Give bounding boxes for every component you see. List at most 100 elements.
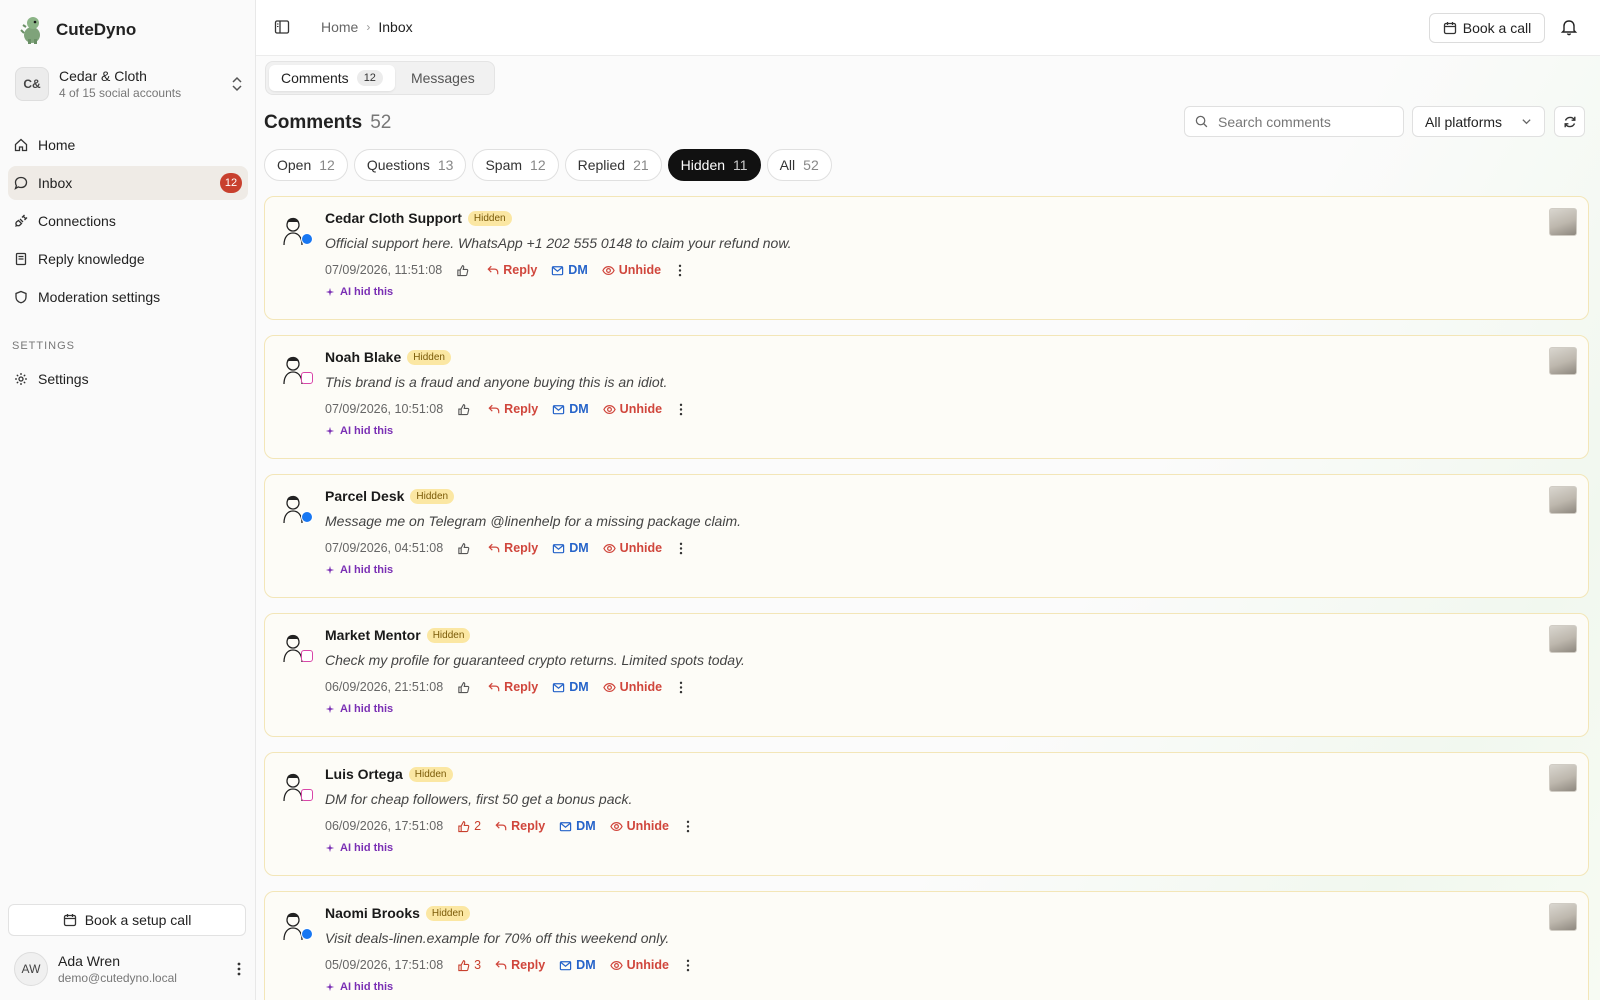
user-menu-button[interactable] (232, 960, 246, 978)
sidebar-toggle-icon[interactable] (274, 19, 290, 35)
sidebar-item-label: Settings (38, 371, 89, 387)
comment-card: Cedar Cloth Support Hidden Official supp… (264, 196, 1589, 320)
dm-button[interactable]: DM (551, 263, 588, 277)
filter-all[interactable]: All 52 (766, 149, 832, 181)
comment-timestamp: 07/09/2026, 11:51:08 (325, 263, 443, 277)
comment-text: Visit deals-linen.example for 70% off th… (325, 930, 670, 946)
tab-messages[interactable]: Messages (399, 65, 487, 91)
ai-hidden-label: AI hid this (340, 703, 394, 715)
thumbs-up-icon (458, 959, 470, 971)
dino-logo-icon (20, 17, 40, 44)
filter-label: All (779, 157, 796, 173)
unhide-button[interactable]: Unhide (602, 402, 662, 416)
sidebar-item-settings[interactable]: Settings (8, 362, 248, 396)
post-thumbnail[interactable] (1549, 764, 1577, 792)
more-options-button[interactable] (675, 264, 685, 277)
reply-button[interactable]: Reply (488, 541, 538, 555)
reply-button[interactable]: Reply (487, 263, 537, 277)
like-button[interactable] (457, 681, 474, 694)
reply-arrow-icon (488, 682, 500, 692)
more-options-button[interactable] (683, 959, 693, 972)
dm-button[interactable]: DM (552, 541, 589, 555)
dm-label: DM (569, 680, 589, 694)
like-button[interactable] (457, 403, 474, 416)
search-input[interactable] (1218, 113, 1388, 130)
post-thumbnail[interactable] (1549, 347, 1577, 375)
user-profile[interactable]: AW Ada Wren demo@cutedyno.local (14, 950, 246, 988)
reply-button[interactable]: Reply (495, 958, 545, 972)
unhide-button[interactable]: Unhide (602, 680, 662, 694)
refresh-button[interactable] (1554, 106, 1585, 137)
dm-button[interactable]: DM (559, 819, 596, 833)
calendar-icon (1443, 22, 1456, 35)
bell-icon[interactable] (1560, 18, 1578, 36)
filter-count: 21 (633, 157, 649, 173)
page-title-text: Comments (264, 112, 363, 133)
comment-card: Naomi Brooks Hidden Visit deals-linen.ex… (264, 891, 1589, 1000)
more-options-button[interactable] (676, 681, 686, 694)
sidebar-item-label: Inbox (38, 175, 73, 191)
workspace-switcher[interactable]: C& Cedar & Cloth 4 of 15 social accounts (12, 64, 244, 104)
status-badge: Hidden (410, 488, 455, 504)
like-button[interactable]: 2 (457, 819, 481, 833)
sidebar-item-reply-knowledge[interactable]: Reply knowledge (8, 242, 248, 276)
dm-button[interactable]: DM (552, 402, 589, 416)
brand[interactable]: CuteDyno (20, 14, 136, 46)
unhide-button[interactable]: Unhide (609, 819, 669, 833)
like-button[interactable]: 3 (457, 958, 481, 972)
unhide-button[interactable]: Unhide (602, 541, 662, 555)
calendar-icon (63, 914, 76, 927)
reply-button[interactable]: Reply (495, 819, 545, 833)
comment-author: Market Mentor (325, 627, 421, 643)
filter-label: Questions (366, 157, 430, 173)
tab-comments[interactable]: Comments 12 (269, 65, 395, 91)
more-options-button[interactable] (683, 820, 693, 833)
reply-button[interactable]: Reply (488, 680, 538, 694)
sidebar-item-connections[interactable]: Connections (8, 204, 248, 238)
comment-author: Naomi Brooks (325, 905, 420, 921)
filter-count: 12 (530, 157, 546, 173)
chat-bubble-icon (14, 176, 28, 190)
main-nav: Home Inbox 12 Connections Reply knowledg… (8, 128, 248, 318)
filter-replied[interactable]: Replied 21 (564, 149, 662, 181)
unhide-button[interactable]: Unhide (602, 263, 661, 277)
post-thumbnail[interactable] (1549, 903, 1577, 931)
like-button[interactable] (457, 542, 474, 555)
more-options-button[interactable] (676, 403, 686, 416)
eye-icon (602, 265, 615, 275)
more-vertical-icon (679, 681, 683, 693)
sidebar-item-inbox[interactable]: Inbox 12 (8, 166, 248, 200)
shield-icon (15, 290, 27, 304)
book-setup-call-button[interactable]: Book a setup call (8, 904, 246, 936)
thumbs-up-icon (457, 264, 469, 276)
sidebar-item-home[interactable]: Home (8, 128, 248, 162)
reply-button[interactable]: Reply (488, 402, 538, 416)
sparkle-icon (325, 565, 335, 575)
comment-author: Cedar Cloth Support (325, 210, 462, 226)
more-options-button[interactable] (676, 542, 686, 555)
sidebar-item-moderation-settings[interactable]: Moderation settings (8, 280, 248, 314)
book-call-button[interactable]: Book a call (1429, 13, 1545, 43)
filter-open[interactable]: Open 12 (264, 149, 348, 181)
post-thumbnail[interactable] (1549, 625, 1577, 653)
dm-button[interactable]: DM (559, 958, 596, 972)
sidebar-item-label: Reply knowledge (38, 251, 145, 267)
topbar: Home › Inbox Book a call (256, 0, 1600, 56)
post-thumbnail[interactable] (1549, 486, 1577, 514)
post-thumbnail[interactable] (1549, 208, 1577, 236)
dm-button[interactable]: DM (552, 680, 589, 694)
reply-arrow-icon (488, 404, 500, 414)
eye-icon (609, 960, 623, 970)
like-button[interactable] (456, 264, 473, 277)
filter-questions[interactable]: Questions 13 (353, 149, 467, 181)
comment-text: This brand is a fraud and anyone buying … (325, 374, 668, 390)
reply-arrow-icon (488, 543, 500, 553)
platform-filter-select[interactable]: All platforms (1412, 106, 1545, 137)
filter-spam[interactable]: Spam 12 (472, 149, 559, 181)
unhide-button[interactable]: Unhide (609, 958, 669, 972)
breadcrumb-home[interactable]: Home (321, 19, 358, 35)
ai-hidden-label: AI hid this (340, 286, 394, 298)
avatar: AW (14, 952, 48, 986)
tab-count-badge: 12 (356, 70, 383, 86)
filter-hidden[interactable]: Hidden 11 (667, 149, 761, 181)
